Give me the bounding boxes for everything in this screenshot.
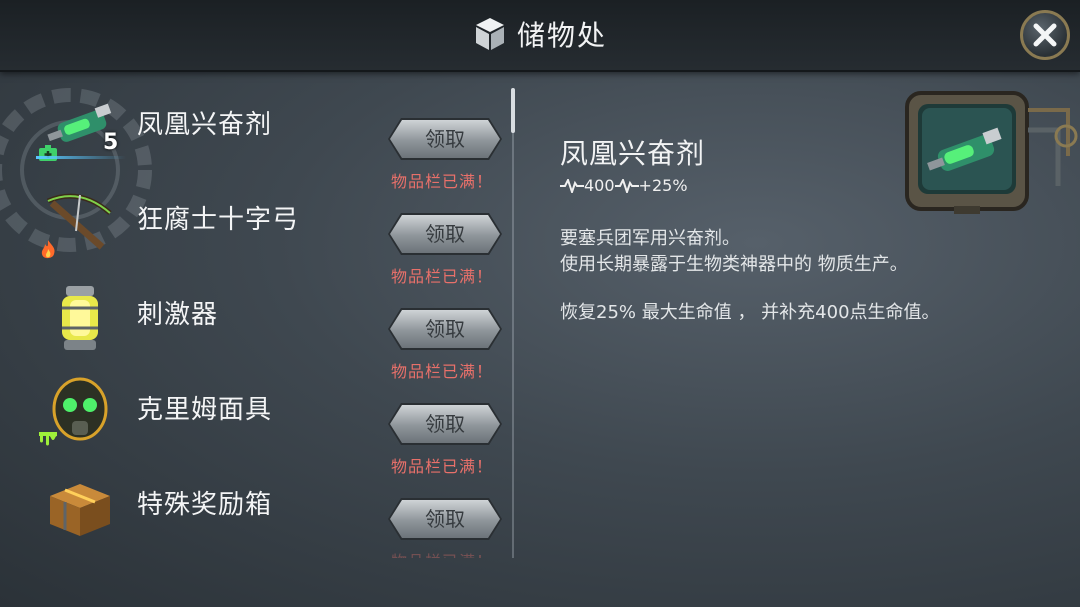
claim-button[interactable]: 领取 [390,120,500,158]
list-item[interactable]: 特殊奖励箱 领取 物品栏已满！ [0,458,512,558]
list-item[interactable]: 克里姆面具 领取 物品栏已满！ [0,363,512,476]
detail-stats: 400 +25% [560,176,688,195]
item-quantity: 5 [103,130,119,155]
claim-button[interactable]: 领取 [390,500,500,538]
list-item[interactable]: 5 凤凰兴奋剂 领取 物品栏已满！ [0,78,512,191]
description-line: 使用长期暴露于生物类神器中的 物质生产。 [560,254,908,275]
reward-crate-icon [50,484,110,536]
detail-item-name: 凤凰兴奋剂 [560,137,706,170]
page-title: 储物处 [0,14,1080,54]
item-name: 特殊奖励箱 [137,490,273,520]
item-name: 克里姆面具 [137,395,273,425]
medkit-icon [39,145,57,161]
pulse-icon [614,178,639,193]
item-list[interactable]: 5 凤凰兴奋剂 领取 物品栏已满！ 狂腐士十字弓 领取 物品栏已满！ 刺激器 领… [0,78,512,558]
stimulator-canister-icon [62,286,98,350]
item-name: 凤凰兴奋剂 [137,110,273,140]
detail-description: 要塞兵团军用兴奋剂。 使用长期暴露于生物类神器中的 物质生产。 恢复25% 最大… [560,226,940,326]
stat-health-value: 400 [584,176,615,195]
storage-box-icon [475,18,504,50]
toxic-icon [39,432,57,446]
pulse-icon [560,178,584,193]
detail-item-monitor [905,91,1029,214]
close-icon [1033,23,1057,47]
stat-percent-value: +25% [638,176,688,195]
list-item[interactable]: 刺激器 领取 物品栏已满！ [0,268,512,381]
claim-button[interactable]: 领取 [390,215,500,253]
description-line: 要塞兵团军用兴奋剂。 [560,228,740,249]
fire-icon [41,240,55,259]
list-item[interactable]: 狂腐士十字弓 领取 物品栏已满！ [0,173,512,286]
close-button[interactable] [1020,10,1070,60]
header-bar: 储物处 [0,0,1080,72]
claim-button[interactable]: 领取 [390,310,500,348]
item-name: 刺激器 [137,300,219,330]
claim-button[interactable]: 领取 [390,405,500,443]
description-line: 恢复25% 最大生命值 ， 并补充400点生命值。 [560,302,940,323]
quantity-bar [36,156,126,159]
inventory-full-status: 物品栏已满！ [391,548,493,558]
pipe-decoration-icon [1028,108,1078,186]
panel-divider [512,88,514,558]
item-name: 狂腐士十字弓 [137,205,300,235]
list-scrollbar[interactable] [511,88,515,133]
page-title-text: 储物处 [516,19,607,52]
